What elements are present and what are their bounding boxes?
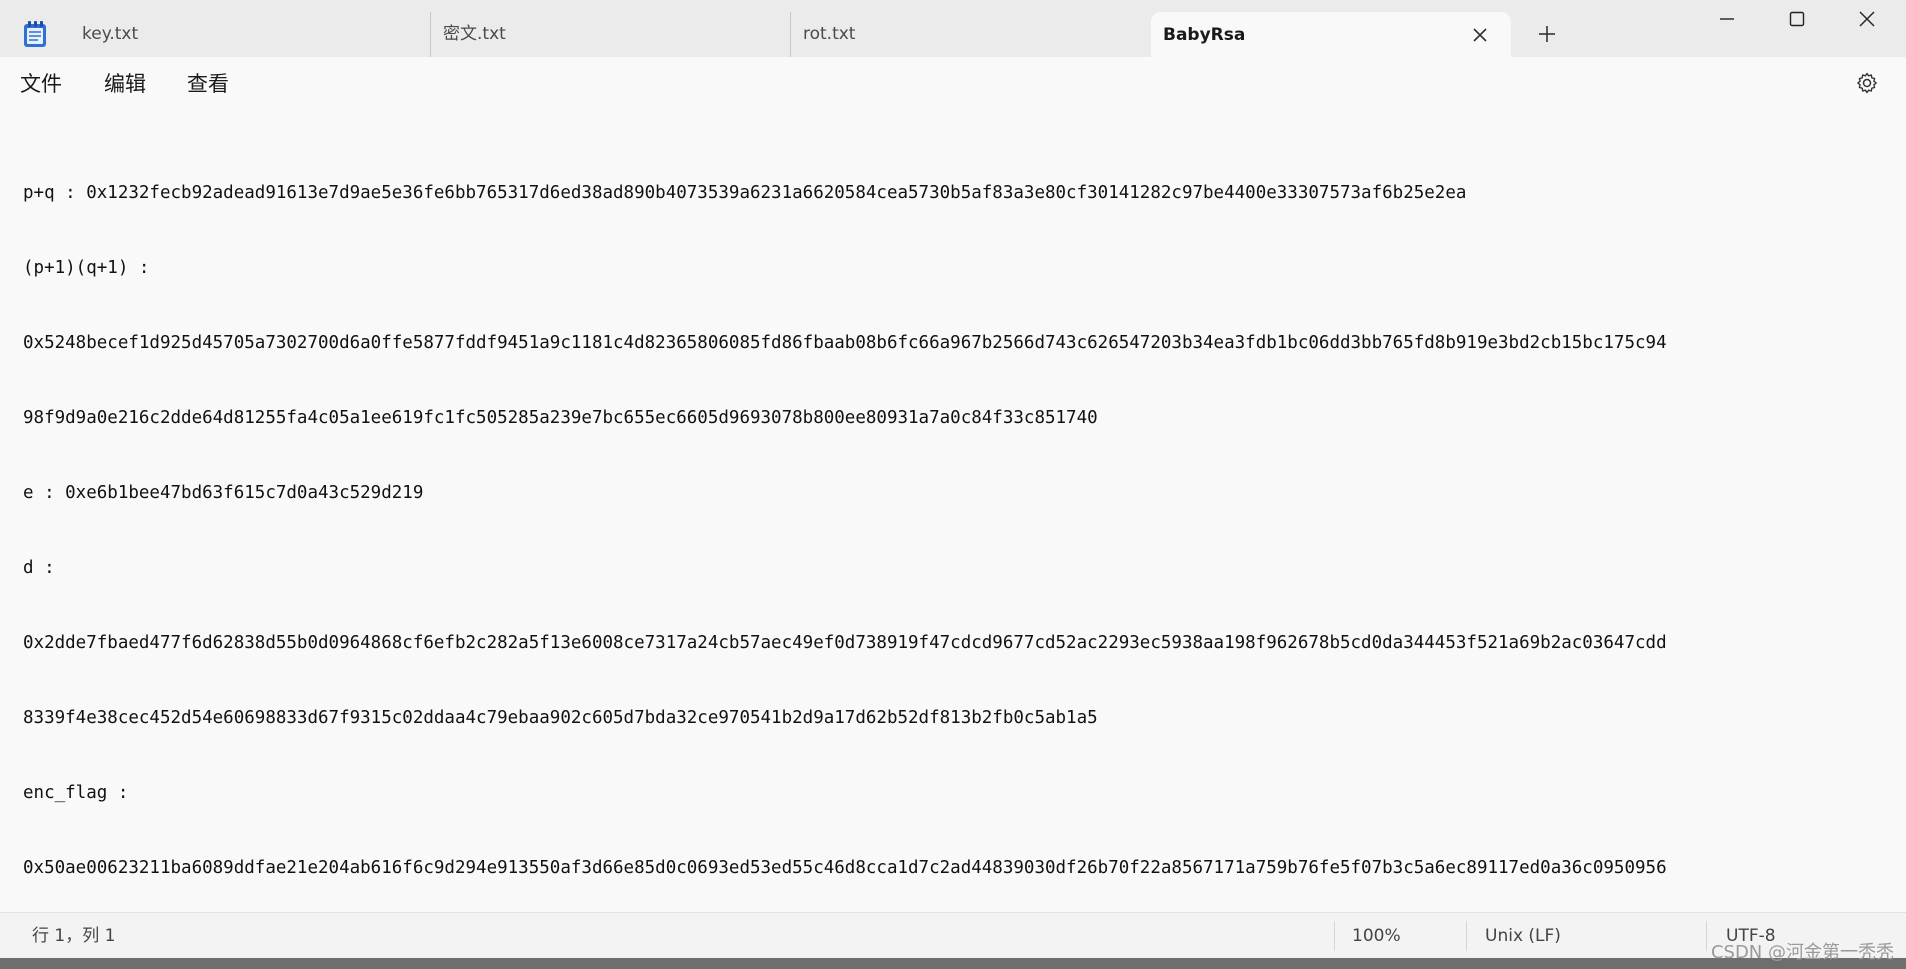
tab-key-txt[interactable]: key.txt [70, 12, 431, 57]
status-bar: 行 1，列 1 100% Unix (LF) UTF-8 [0, 912, 1906, 958]
close-icon [1859, 11, 1875, 27]
editor-line: p+q : 0x1232fecb92adead91613e7d9ae5e36fe… [23, 183, 1467, 203]
plus-icon[interactable] [1536, 23, 1558, 45]
tab-label: rot.txt [803, 24, 856, 44]
tab-bar: key.txt 密文.txt rot.txt BabyRsa [0, 0, 1906, 58]
menu-edit[interactable]: 编辑 [104, 71, 146, 97]
tab-rot-txt[interactable]: rot.txt [791, 12, 1151, 57]
editor-line: 0x2dde7fbaed477f6d62838d55b0d0964868cf6e… [23, 633, 1667, 653]
menu-view[interactable]: 查看 [187, 71, 229, 97]
maximize-button[interactable] [1762, 0, 1832, 40]
tab-babyrsa[interactable]: BabyRsa [1151, 12, 1511, 58]
editor-line: 8339f4e38cec452d54e60698833d67f9315c02dd… [23, 708, 1098, 728]
tab-label: 密文.txt [443, 24, 506, 44]
status-divider [1706, 921, 1707, 951]
editor-line: 0x50ae00623211ba6089ddfae21e204ab616f6c9… [23, 858, 1667, 878]
cursor-position[interactable]: 行 1，列 1 [32, 926, 115, 946]
editor-line: (p+1)(q+1) : [23, 258, 150, 278]
close-window-button[interactable] [1832, 0, 1902, 40]
minimize-icon [1720, 18, 1734, 20]
editor-line: enc_flag : [23, 783, 129, 803]
text-editor[interactable]: p+q : 0x1232fecb92adead91613e7d9ae5e36fe… [23, 131, 1893, 953]
tab-label: BabyRsa [1163, 25, 1246, 45]
line-ending[interactable]: Unix (LF) [1485, 926, 1561, 946]
menu-bar: 文件 编辑 查看 [0, 57, 1906, 111]
notepad-window: key.txt 密文.txt rot.txt BabyRsa 文件 编辑 查看 … [0, 0, 1906, 958]
zoom-level[interactable]: 100% [1352, 926, 1401, 946]
close-icon[interactable] [1471, 26, 1489, 44]
notepad-app-icon [24, 21, 46, 47]
editor-line: d : [23, 558, 55, 578]
watermark: CSDN @河金第一秃秃 [1710, 942, 1894, 963]
status-divider [1334, 921, 1335, 951]
menu-file[interactable]: 文件 [20, 71, 62, 97]
tab-miwen-txt[interactable]: 密文.txt [431, 12, 791, 57]
editor-line: 0x5248becef1d925d45705a7302700d6a0ffe587… [23, 333, 1667, 353]
minimize-button[interactable] [1692, 0, 1762, 40]
gear-icon[interactable] [1855, 71, 1879, 95]
editor-line: e : 0xe6b1bee47bd63f615c7d0a43c529d219 [23, 483, 424, 503]
maximize-icon [1789, 11, 1805, 27]
status-divider [1466, 921, 1467, 951]
editor-line: 98f9d9a0e216c2dde64d81255fa4c05a1ee619fc… [23, 408, 1098, 428]
tab-label: key.txt [82, 24, 139, 44]
